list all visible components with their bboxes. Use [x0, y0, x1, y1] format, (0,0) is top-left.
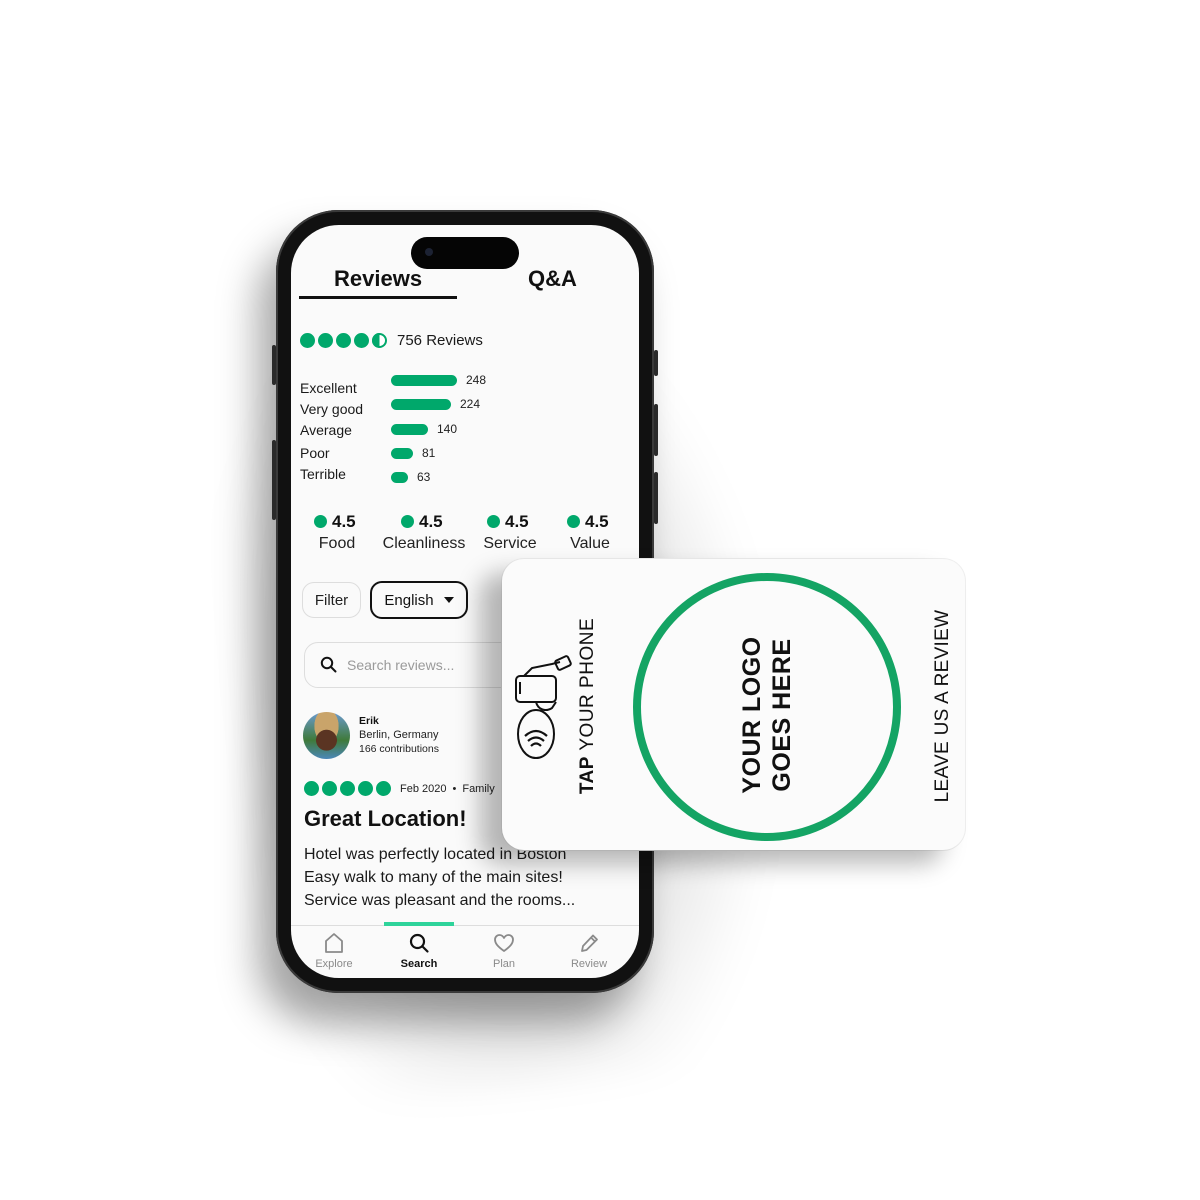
review-count: 756 Reviews	[397, 332, 483, 349]
nav-explore[interactable]: Explore	[294, 932, 374, 970]
nfc-tap-hand-icon	[515, 655, 572, 759]
rating-bubble-icon	[354, 333, 369, 348]
tab-reviews[interactable]: Reviews	[334, 266, 422, 292]
rating-bar	[391, 424, 428, 435]
rating-bubble-icon	[358, 781, 373, 796]
active-nav-indicator	[384, 922, 454, 926]
leave-review-label: LEAVE US A REVIEW	[932, 609, 953, 803]
rating-bubble-icon	[567, 515, 580, 528]
rating-bubble-icon	[336, 333, 351, 348]
nav-label: Search	[400, 958, 438, 970]
sub-rating-label: Value	[570, 535, 610, 552]
volume-button	[272, 440, 276, 520]
rating-bubble-icon	[304, 781, 319, 796]
rating-bubble-icon	[401, 515, 414, 528]
nav-plan[interactable]: Plan	[464, 932, 544, 970]
rating-bar	[391, 472, 408, 483]
reviewer-avatar[interactable]	[303, 712, 350, 759]
search-icon	[409, 933, 429, 953]
rating-count: 248	[466, 373, 487, 387]
tap-rest: YOUR PHONE	[577, 617, 598, 757]
logo-line-2: GOES HERE	[768, 638, 796, 792]
mute-switch	[272, 345, 276, 385]
sub-rating-label: Cleanliness	[382, 535, 466, 552]
rating-bubble-icon	[318, 333, 333, 348]
nav-label: Review	[570, 958, 608, 970]
nav-label: Plan	[492, 958, 516, 970]
side-button-3	[654, 472, 658, 524]
tap-your-phone-label: TAP YOUR PHONE	[577, 611, 599, 801]
trip-type: Family	[462, 782, 495, 795]
rating-count: 63	[417, 470, 431, 484]
sub-rating-score: 4.5	[401, 512, 443, 532]
rating-bubble-icon	[376, 781, 391, 796]
rating-bar	[391, 375, 457, 386]
tap-bold: TAP	[577, 756, 598, 795]
sub-rating-score: 4.5	[487, 512, 529, 532]
review-title[interactable]: Great Location!	[304, 806, 467, 832]
rating-half-bubble-icon	[372, 333, 387, 348]
reviewer-contributions: 166 contributions	[359, 743, 439, 755]
rating-bubble-icon	[322, 781, 337, 796]
overall-rating: 756 Reviews	[300, 332, 483, 349]
rating-label: Very good	[300, 401, 364, 417]
review-body: Hotel was perfectly located in Boston Ea…	[304, 843, 575, 912]
camera-lens	[425, 248, 433, 256]
rating-count: 140	[437, 422, 458, 436]
reviewer-name[interactable]: Erik	[359, 715, 379, 727]
side-button-1	[654, 350, 658, 376]
side-button-2	[654, 404, 658, 456]
heart-icon	[494, 934, 514, 952]
tab-qa[interactable]: Q&A	[528, 266, 577, 292]
rating-bubble-icon	[340, 781, 355, 796]
rating-bubble-icon	[314, 515, 327, 528]
meta-separator: •	[452, 782, 457, 795]
review-rating: Feb 2020 • Family	[304, 781, 495, 796]
nav-divider	[291, 925, 639, 926]
rating-bar	[391, 399, 451, 410]
logo-line-1: YOUR LOGO	[738, 636, 766, 794]
nav-review[interactable]: Review	[549, 932, 629, 970]
rating-bubble-icon	[300, 333, 315, 348]
review-date: Feb 2020	[400, 782, 447, 795]
rating-label: Average	[300, 422, 352, 438]
language-select[interactable]: English	[370, 581, 468, 619]
language-value: English	[384, 591, 434, 609]
filter-label: Filter	[314, 591, 349, 609]
search-placeholder: Search reviews...	[347, 657, 455, 673]
sub-rating-score: 4.5	[314, 512, 356, 532]
nav-search[interactable]: Search	[379, 932, 459, 970]
sub-rating-score: 4.5	[567, 512, 609, 532]
nav-label: Explore	[315, 958, 353, 970]
search-icon	[320, 656, 337, 673]
rating-bubble-icon	[487, 515, 500, 528]
rating-label: Poor	[300, 445, 330, 461]
pencil-icon	[581, 934, 598, 952]
home-icon	[325, 933, 343, 953]
caret-down-icon	[443, 597, 454, 603]
review-line: Easy walk to many of the main sites!	[304, 869, 563, 886]
rating-bar	[391, 448, 413, 459]
active-tab-underline	[299, 296, 457, 299]
logo-placeholder: YOUR LOGO GOES HERE	[737, 610, 799, 820]
review-line: Service was pleasant and the rooms...	[304, 892, 576, 909]
rating-label: Terrible	[300, 466, 346, 482]
rating-count: 224	[460, 397, 481, 411]
sub-rating-label: Food	[318, 535, 356, 552]
filter-button[interactable]: Filter	[302, 582, 361, 618]
rating-label: Excellent	[300, 380, 357, 396]
rating-count: 81	[422, 446, 436, 460]
reviewer-location: Berlin, Germany	[359, 729, 439, 741]
